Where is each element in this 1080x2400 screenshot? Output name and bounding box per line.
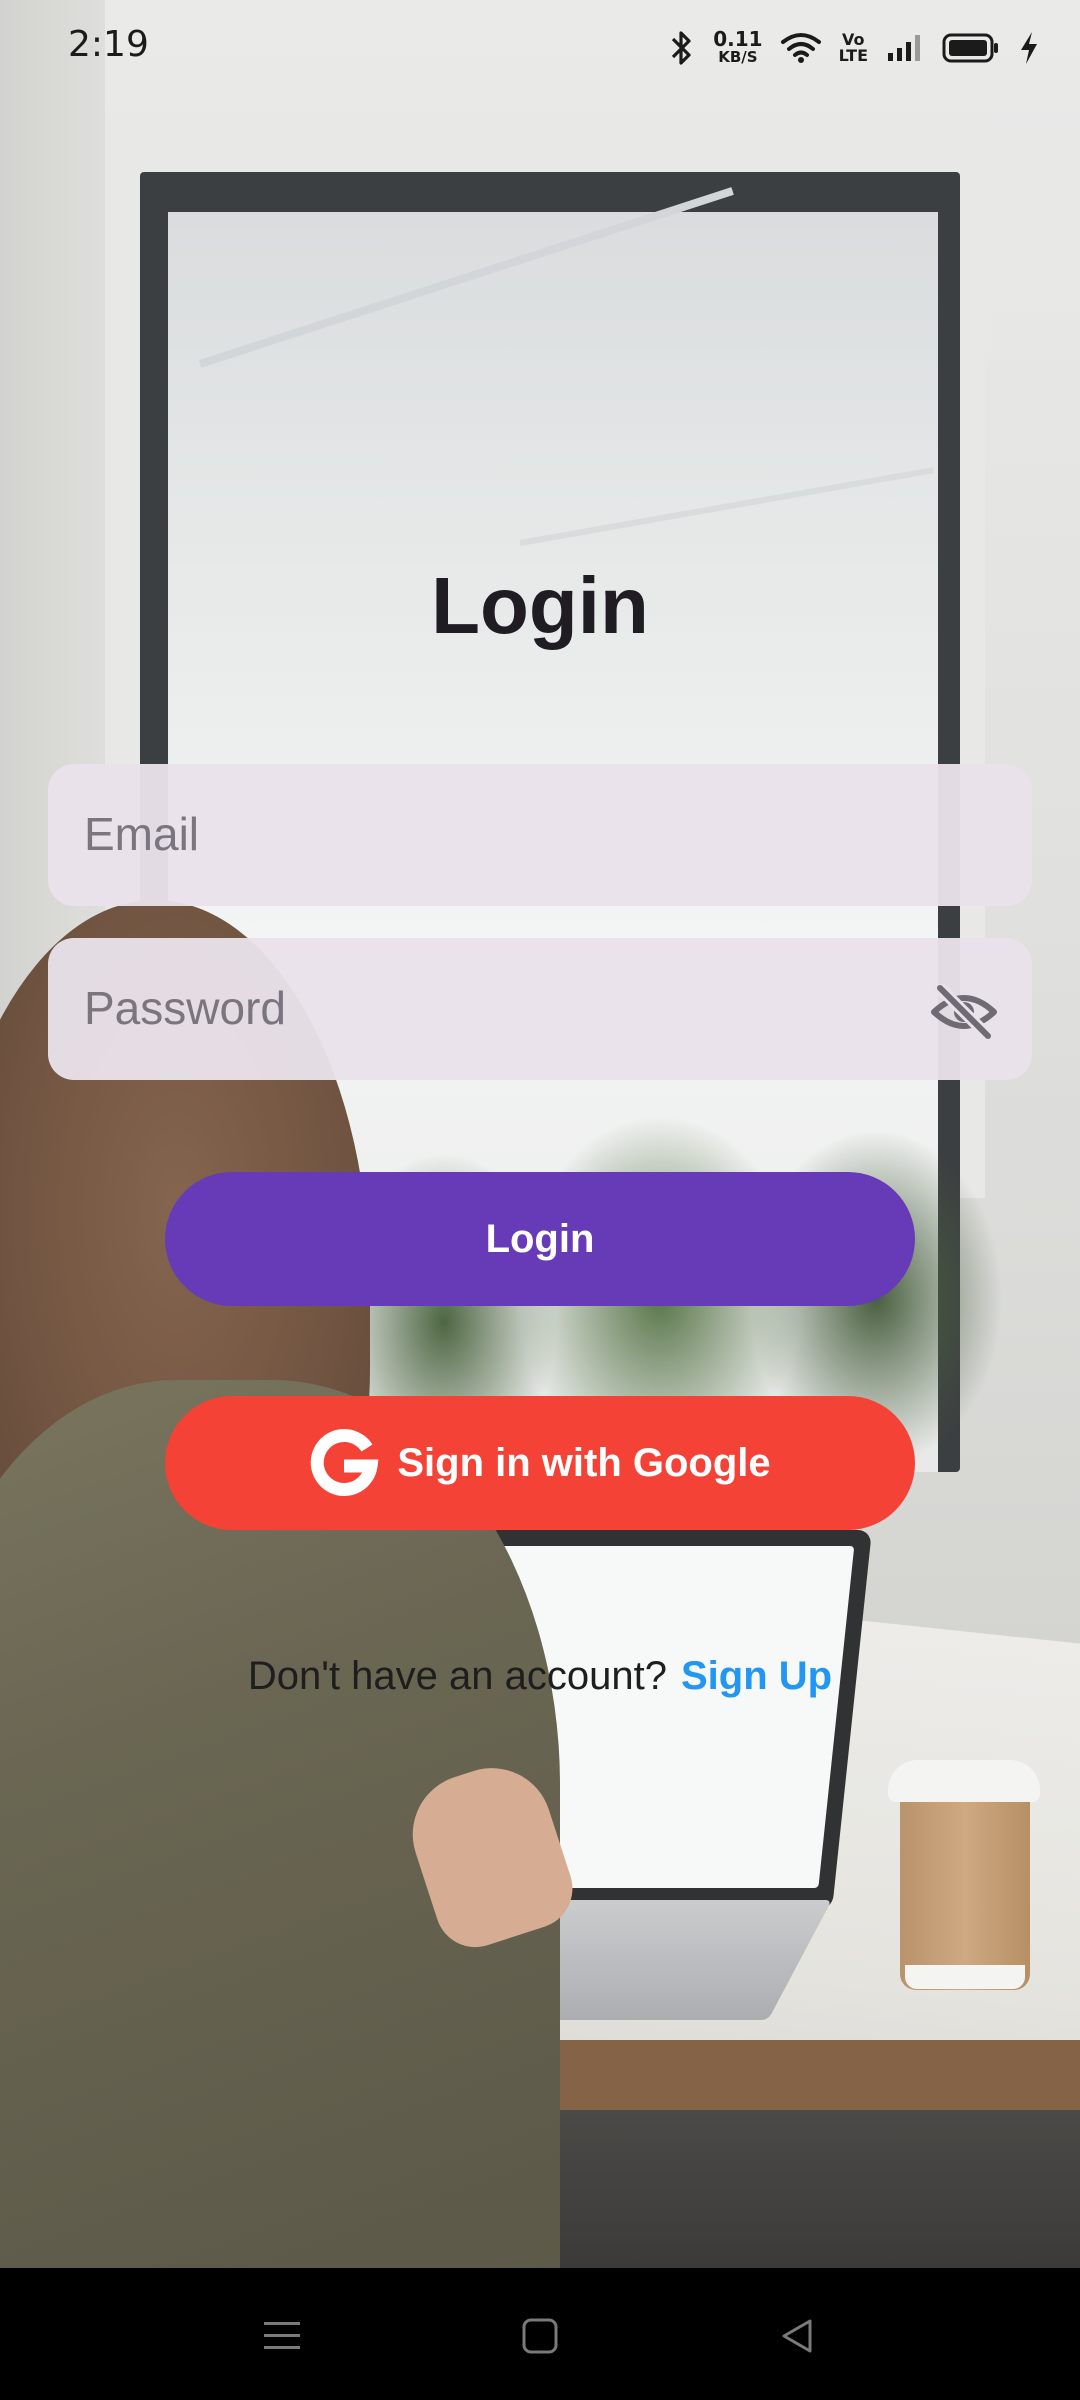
signup-link[interactable]: Sign Up	[681, 1654, 832, 1698]
password-field[interactable]	[48, 938, 1032, 1080]
login-button-label: Login	[485, 1216, 595, 1261]
signal-icon	[886, 33, 924, 63]
signup-row: Don't have an account? Sign Up	[0, 1654, 1080, 1699]
password-visibility-toggle[interactable]	[930, 978, 998, 1046]
network-speed: 0.11 KB/S	[713, 27, 763, 66]
status-bar: 2:19 0.11 KB/S Vo LTE	[0, 0, 1080, 96]
battery-icon	[942, 32, 1000, 64]
password-input[interactable]	[84, 976, 944, 1040]
background-photo	[0, 0, 1080, 2268]
back-icon[interactable]	[768, 2306, 828, 2366]
navigation-bar	[0, 2268, 1080, 2400]
email-field[interactable]	[48, 764, 1032, 906]
menu-icon[interactable]	[252, 2306, 312, 2366]
bluetooth-icon	[669, 29, 695, 67]
page-title: Login	[431, 561, 649, 650]
google-icon	[309, 1428, 379, 1498]
volte-indicator: Vo LTE	[838, 30, 868, 65]
eye-off-icon	[931, 984, 997, 1040]
google-sign-in-button[interactable]: Sign in with Google	[165, 1396, 915, 1530]
charging-icon	[1018, 30, 1040, 66]
signup-prompt: Don't have an account?	[247, 1654, 667, 1698]
wifi-icon	[780, 32, 821, 64]
home-icon[interactable]	[510, 2306, 570, 2366]
email-input[interactable]	[84, 802, 944, 866]
status-time: 2:19	[68, 24, 149, 65]
google-button-label: Sign in with Google	[397, 1440, 771, 1485]
status-icons: 0.11 KB/S Vo LTE	[669, 24, 1040, 72]
login-button[interactable]: Login	[165, 1172, 915, 1306]
